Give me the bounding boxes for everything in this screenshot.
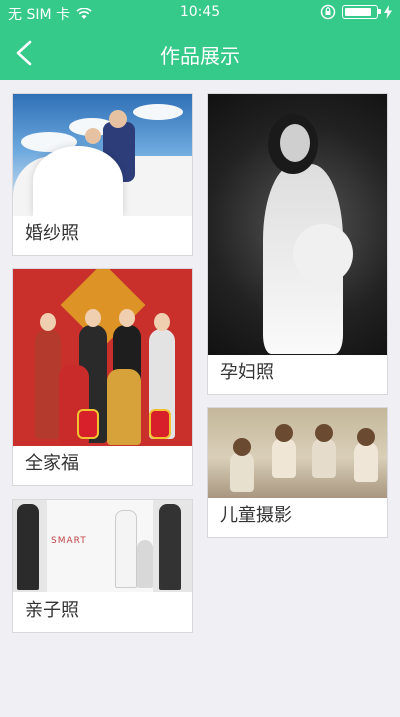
card-wedding[interactable]: 婚纱照: [12, 93, 193, 256]
card-kids[interactable]: 儿童摄影: [207, 407, 388, 538]
kids-photo: [208, 408, 387, 498]
battery-icon: [342, 5, 381, 19]
card-label: 儿童摄影: [220, 505, 292, 526]
status-bar: 无 SIM 卡 10:45: [0, 0, 400, 26]
card-label: 全家福: [25, 453, 79, 474]
card-pregnant[interactable]: 孕妇照: [207, 93, 388, 395]
family-photo: [13, 269, 192, 446]
card-label: 亲子照: [25, 600, 79, 621]
studio-logo: SMART: [51, 536, 87, 546]
battery-tip: [378, 9, 381, 14]
card-label: 婚纱照: [25, 223, 79, 244]
rotation-lock-icon: [320, 4, 336, 20]
app-header: 无 SIM 卡 10:45 作品展示: [0, 0, 400, 80]
card-parent-child[interactable]: SMART 亲子照: [12, 499, 193, 633]
status-right: [320, 4, 392, 20]
wedding-photo: [13, 94, 192, 216]
charging-bolt-icon: [384, 5, 392, 19]
card-label: 孕妇照: [220, 362, 274, 383]
card-family[interactable]: 全家福: [12, 268, 193, 486]
parent-child-photo: SMART: [13, 500, 192, 592]
nav-bar: 作品展示: [0, 26, 400, 80]
battery-fill: [344, 7, 371, 16]
page-title: 作品展示: [160, 44, 240, 68]
pregnant-photo: [208, 94, 387, 355]
